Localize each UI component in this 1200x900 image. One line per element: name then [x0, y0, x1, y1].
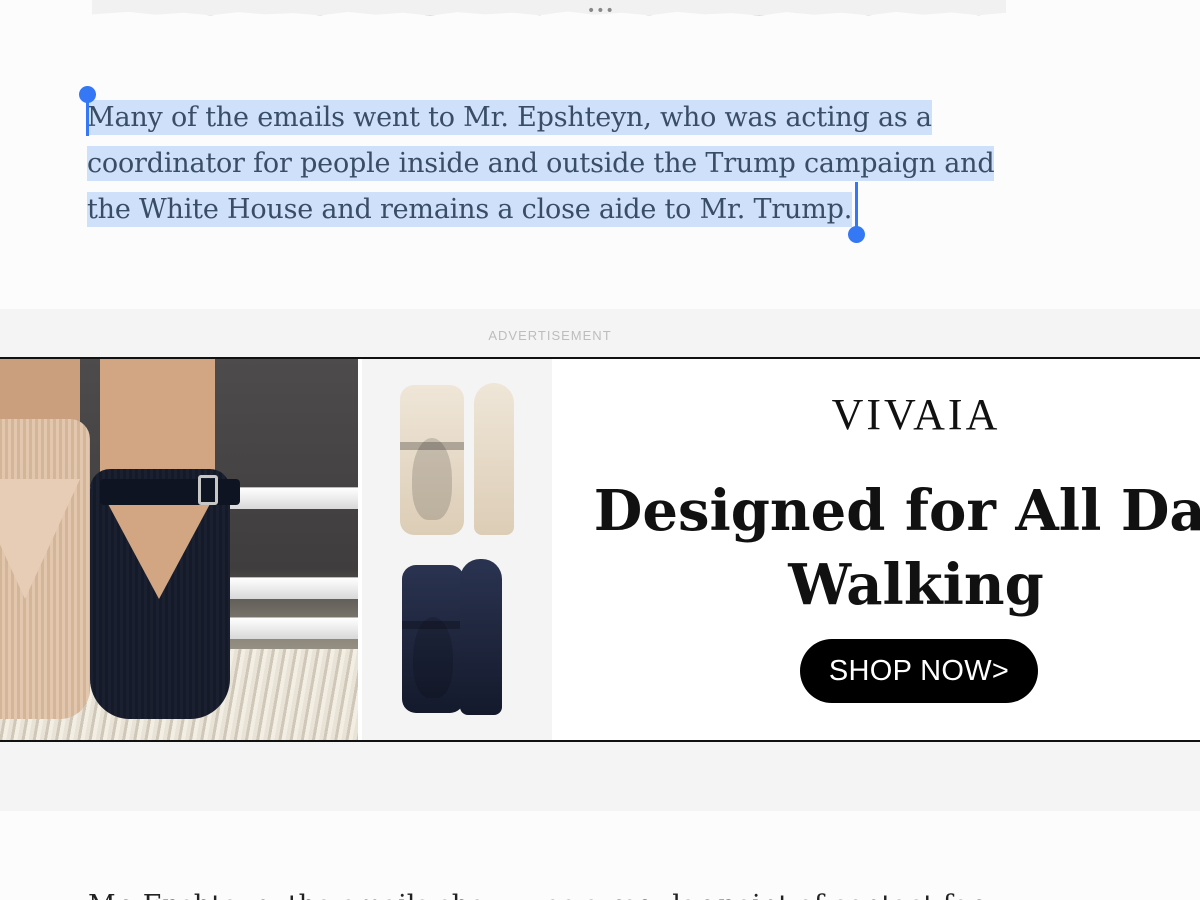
ad-banner[interactable]: VIVAIA Designed for All Day Walking SHOP…	[0, 357, 1200, 742]
beige-flat-side-view	[474, 383, 514, 535]
advertisement-label: ADVERTISEMENT	[488, 328, 612, 343]
selected-line: Many of the emails went to Mr. Epshteyn,…	[87, 100, 932, 135]
selection-end-caret	[855, 182, 858, 228]
shop-now-button[interactable]: SHOP NOW>	[800, 639, 1038, 703]
ad-headline: Designed for All Day Walking	[556, 474, 1200, 622]
shoe-strap	[100, 479, 240, 505]
headline-line: Walking	[788, 552, 1044, 618]
more-options-icon[interactable]: •••	[587, 3, 615, 19]
article-paragraph-selected[interactable]: Many of the emails went to Mr. Epshteyn,…	[87, 95, 1027, 233]
ad-photo-product-flats	[362, 359, 552, 740]
selection-end-handle[interactable]	[848, 226, 865, 243]
navy-flat-side-view	[460, 559, 502, 715]
selected-line: coordinator for people inside and outsid…	[87, 146, 995, 181]
ad-photo-shoes-worn	[0, 359, 358, 740]
navy-flat-top-view	[402, 565, 464, 713]
article-paragraph[interactable]: Mr. Epshteyn, the emails show, was a reg…	[88, 883, 1088, 900]
headline-line: Designed for All Day	[593, 478, 1200, 544]
ad-copy: VIVAIA Designed for All Day Walking SHOP…	[556, 359, 1200, 740]
selected-line: the White House and remains a close aide…	[87, 192, 853, 227]
selection-start-caret	[86, 100, 89, 136]
torn-clipping-edge	[92, 0, 1006, 16]
brand-logo: VIVAIA	[831, 390, 1001, 439]
beige-flat-top-view	[400, 385, 464, 535]
shoe-buckle	[198, 475, 218, 505]
